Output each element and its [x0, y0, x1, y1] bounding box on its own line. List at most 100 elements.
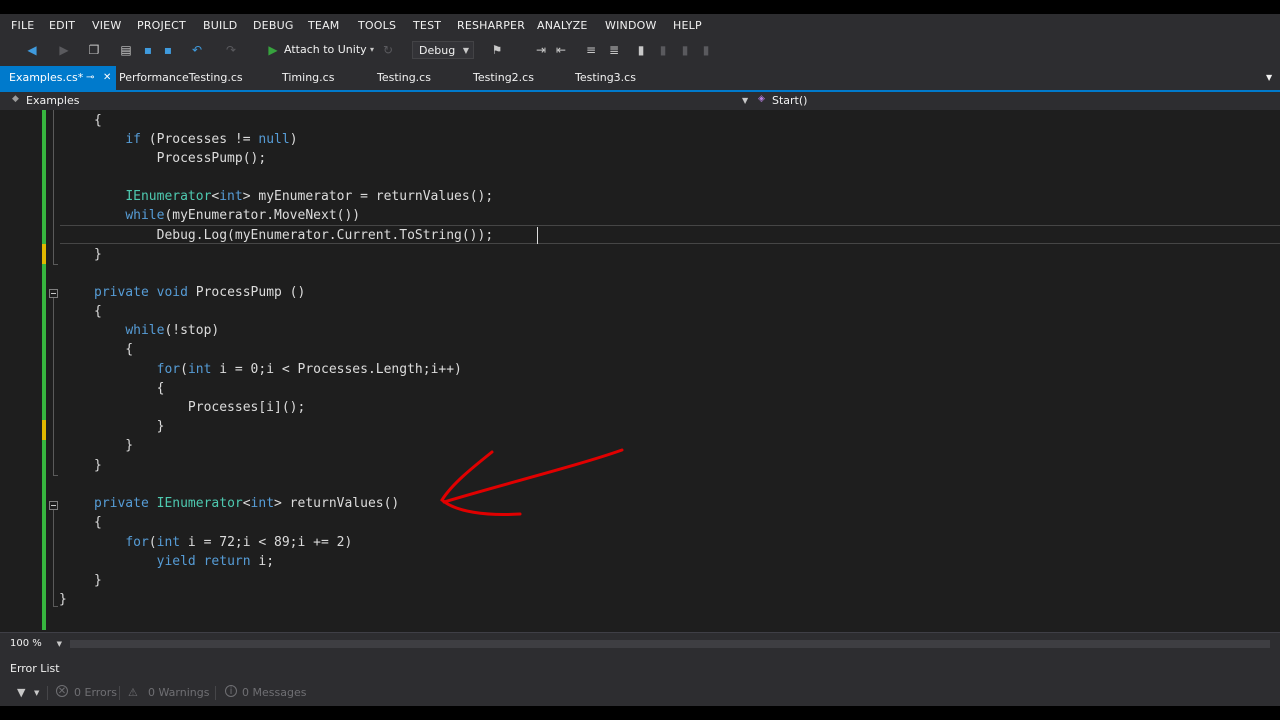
collapse-toggle-icon[interactable] [49, 501, 58, 510]
redo-icon[interactable]: ↷ [223, 42, 239, 58]
zoom-value: 100 % [10, 638, 42, 649]
menu-project[interactable]: PROJECT [137, 19, 186, 32]
undo-icon[interactable]: ↶ [189, 42, 205, 58]
class-icon: ◆ [12, 94, 19, 104]
code-line: Processes[i](); [94, 400, 306, 415]
menu-resharper[interactable]: RESHARPER [457, 19, 525, 32]
run-dropdown-icon[interactable]: ▾ [364, 42, 380, 58]
code-line: } [94, 247, 102, 262]
keyword-token: while [125, 323, 165, 338]
keyword-token: int [219, 189, 243, 204]
prev-bookmark-icon[interactable]: ▮ [655, 42, 671, 58]
type-dropdown[interactable]: Examples [26, 94, 79, 107]
tab-overflow-icon[interactable]: ▼ [1262, 66, 1280, 90]
error-list-header: Error List [0, 660, 1280, 678]
change-bar-unsaved [42, 244, 46, 264]
errors-toggle[interactable]: 0 Errors [74, 686, 117, 699]
tab-examples[interactable]: Examples.cs* ⊸ ✕ [0, 66, 116, 90]
code-line: } [94, 438, 134, 453]
uncomment-icon[interactable]: ≣ [606, 42, 622, 58]
keyword-token: private [94, 285, 149, 300]
keyword-token: while [125, 208, 165, 223]
messages-toggle[interactable]: 0 Messages [242, 686, 306, 699]
navigation-bar: ◆ Examples ▼ ◈ Start() [0, 92, 1280, 111]
code-line: ProcessPump(); [94, 151, 267, 166]
code-line: IEnumerator<int> myEnumerator = returnVa… [125, 189, 494, 204]
collapse-toggle-icon[interactable] [49, 289, 58, 298]
menu-test[interactable]: TEST [413, 19, 441, 32]
code-editor[interactable]: { if (Processes != null) ProcessPump(); … [0, 110, 1280, 632]
code-line: } [94, 419, 165, 434]
tab-testing[interactable]: Testing.cs [368, 66, 458, 90]
code-line: { [94, 342, 134, 357]
navigate-forward-icon[interactable]: ▶ [56, 42, 72, 58]
menu-analyze[interactable]: ANALYZE [537, 19, 588, 32]
horizontal-scrollbar[interactable] [70, 640, 1270, 648]
keyword-token: for [125, 535, 149, 550]
bottom-letterbox [0, 706, 1280, 720]
keyword-token: void [156, 285, 188, 300]
change-bar-saved [42, 110, 46, 244]
keyword-token: yield [156, 554, 196, 569]
code-line: private IEnumerator<int> returnValues() [94, 496, 400, 511]
save-all-icon[interactable]: ▪ [160, 42, 176, 58]
tab-testing3[interactable]: Testing3.cs [566, 66, 662, 90]
text-caret [537, 227, 538, 244]
change-bar-saved [42, 264, 46, 420]
tab-testing2[interactable]: Testing2.cs [464, 66, 560, 90]
tab-label: Examples.cs* [9, 71, 84, 84]
navigate-back-icon[interactable]: ◀ [24, 42, 40, 58]
member-dropdown[interactable]: Start() [772, 94, 807, 107]
type-token: IEnumerator [156, 496, 243, 511]
error-list-title: Error List [10, 662, 60, 675]
keyword-token: int [156, 535, 181, 550]
type-dropdown-chevron-icon[interactable]: ▼ [742, 96, 748, 105]
step-over-icon[interactable]: ⇥ [533, 42, 549, 58]
menu-tools[interactable]: TOOLS [358, 19, 396, 32]
pin-icon[interactable]: ⊸ [86, 66, 94, 90]
code-line: } [94, 573, 102, 588]
warnings-toggle[interactable]: 0 Warnings [148, 686, 209, 699]
next-bookmark-icon[interactable]: ▮ [677, 42, 693, 58]
code-line: while(!stop) [125, 323, 220, 338]
bookmark-icon[interactable]: ▮ [633, 42, 649, 58]
code-line: while(myEnumerator.MoveNext()) [125, 208, 361, 223]
menu-view[interactable]: VIEW [92, 19, 121, 32]
info-icon: i [225, 685, 237, 697]
menu-edit[interactable]: EDIT [49, 19, 75, 32]
outline-guide-end [53, 264, 58, 265]
new-project-icon[interactable]: ❐ [86, 42, 102, 58]
find-in-files-icon[interactable]: ⚑ [489, 42, 505, 58]
filter-icon[interactable]: ▼ [17, 686, 25, 699]
filter-dropdown-icon[interactable]: ▼ [34, 689, 39, 697]
clear-bookmarks-icon[interactable]: ▮ [698, 42, 714, 58]
open-file-icon[interactable]: ▤ [118, 42, 134, 58]
solution-config-select[interactable]: Debug ▼ [412, 41, 474, 59]
error-list-toolbar: ▼ ▼ ✕ 0 Errors ⚠ 0 Warnings i 0 Messages [0, 680, 1280, 706]
keyword-token: private [94, 496, 149, 511]
save-icon[interactable]: ▪ [140, 42, 156, 58]
menu-help[interactable]: HELP [673, 19, 702, 32]
menu-debug[interactable]: DEBUG [253, 19, 294, 32]
error-icon: ✕ [56, 685, 68, 697]
keyword-token: null [258, 132, 290, 147]
annotation-arrow [440, 448, 624, 516]
menu-window[interactable]: WINDOW [605, 19, 657, 32]
refresh-icon[interactable]: ↻ [380, 42, 396, 58]
tab-performancetesting[interactable]: PerformanceTesting.cs [110, 66, 270, 90]
tab-timing[interactable]: Timing.cs [273, 66, 363, 90]
outline-guide-end [53, 606, 58, 607]
attach-to-unity-button[interactable]: Attach to Unity [284, 43, 367, 56]
outline-guide-end [53, 475, 58, 476]
start-debugging-icon[interactable]: ▶ [265, 42, 281, 58]
menu-team[interactable]: TEAM [308, 19, 340, 32]
change-bar-unsaved [42, 420, 46, 440]
menu-build[interactable]: BUILD [203, 19, 237, 32]
menu-file[interactable]: FILE [11, 19, 34, 32]
zoom-select[interactable]: 100 % ▼ [4, 636, 64, 652]
type-token: IEnumerator [125, 189, 212, 204]
step-into-icon[interactable]: ⇤ [553, 42, 569, 58]
editor-status-bar: 100 % ▼ [0, 632, 1280, 655]
top-letterbox [0, 0, 1280, 14]
comment-icon[interactable]: ≡ [583, 42, 599, 58]
